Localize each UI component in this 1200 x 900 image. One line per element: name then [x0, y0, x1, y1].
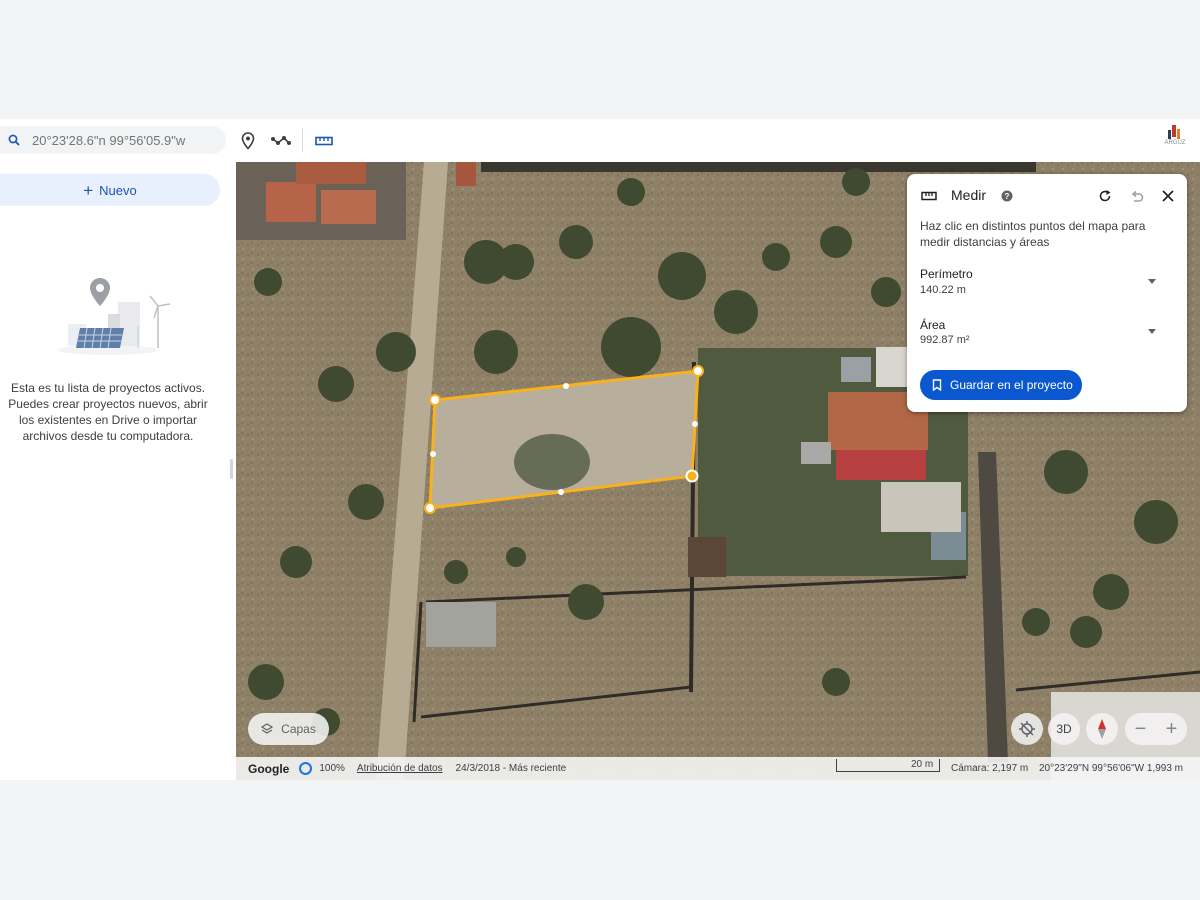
compass-button[interactable] [1086, 713, 1118, 745]
camera-altitude: Cámara: 2,197 m [951, 763, 1029, 774]
svg-text:ARGUZ: ARGUZ [1165, 140, 1186, 146]
save-to-project-label: Guardar en el proyecto [950, 378, 1073, 392]
measure-panel-ruler-icon [920, 187, 938, 205]
sidebar-resize-handle[interactable] [230, 459, 233, 479]
layers-button[interactable]: Capas [248, 713, 329, 745]
search-input[interactable] [32, 132, 212, 148]
close-icon [1162, 190, 1174, 202]
search-box[interactable] [0, 126, 226, 154]
refresh-icon [1099, 190, 1111, 202]
location-disabled-icon [1019, 721, 1035, 737]
my-location-button[interactable] [1011, 713, 1043, 745]
projects-empty-illustration [58, 278, 171, 355]
avatar[interactable]: ARGUZ [1160, 122, 1190, 150]
satellite-map[interactable]: Capas 3D − + Medir ? Haz clic en distint… [236, 162, 1200, 780]
measure-tool-button[interactable] [313, 130, 335, 152]
reset-measure-button[interactable] [1096, 187, 1114, 205]
perimeter-unit-dropdown[interactable] [1148, 279, 1156, 284]
status-bar: Google 100% Atribución de datos 24/3/201… [236, 757, 1200, 780]
measure-panel: Medir ? Haz clic en distintos puntos del… [907, 174, 1187, 412]
help-icon[interactable]: ? [998, 187, 1016, 205]
bookmark-icon [932, 379, 942, 391]
empty-projects-message: Esta es tu lista de proyectos activos. P… [8, 381, 208, 443]
compass-icon [1098, 719, 1106, 739]
add-placemark-button[interactable] [237, 130, 259, 152]
layers-label: Capas [281, 722, 316, 736]
top-bar: ARGUZ [0, 119, 1200, 162]
draw-path-button[interactable] [268, 130, 294, 152]
google-earth-app: ARGUZ + Nuevo Esta es tu lista de proyec… [0, 119, 1200, 780]
placemark-icon [241, 132, 255, 150]
layers-icon [261, 723, 274, 734]
toolbar-divider [302, 128, 303, 152]
plus-icon: + [83, 180, 94, 200]
save-to-project-button[interactable]: Guardar en el proyecto [920, 370, 1082, 400]
zoom-out-button[interactable]: − [1135, 719, 1147, 739]
account-logo-icon: ARGUZ [1160, 122, 1190, 150]
data-attribution-link[interactable]: Atribución de datos [357, 763, 443, 774]
scale-label: 20 m [911, 759, 934, 770]
close-measure-button[interactable] [1159, 187, 1177, 205]
measure-instructions: Haz clic en distintos puntos del mapa pa… [920, 219, 1146, 249]
zoom-in-button[interactable]: + [1166, 719, 1178, 739]
perimeter-label: Perímetro [920, 267, 973, 281]
area-unit-dropdown[interactable] [1148, 329, 1156, 334]
search-icon [8, 134, 20, 146]
area-value: 992.87 m² [920, 334, 970, 346]
new-project-label: Nuevo [99, 182, 137, 198]
measure-panel-title: Medir [951, 187, 987, 203]
zoom-controls: − + [1125, 713, 1187, 745]
path-icon [271, 136, 291, 145]
google-logo: Google [248, 761, 290, 776]
undo-icon [1131, 190, 1144, 202]
new-project-button[interactable]: + Nuevo [0, 174, 220, 206]
imagery-date[interactable]: 24/3/2018 - Más reciente [456, 763, 567, 774]
load-percent: 100% [319, 763, 345, 774]
view-3d-button[interactable]: 3D [1048, 713, 1080, 745]
view-3d-label: 3D [1056, 722, 1072, 736]
area-label: Área [920, 318, 946, 332]
loading-indicator-icon [299, 762, 313, 775]
cursor-coordinates: 20°23'29"N 99°56'06"W 1,993 m [1039, 763, 1184, 774]
perimeter-value: 140.22 m [920, 284, 966, 296]
undo-button[interactable] [1128, 187, 1146, 205]
svg-text:?: ? [1005, 192, 1010, 201]
projects-sidebar: + Nuevo Esta es tu lista de proyectos ac… [0, 162, 229, 780]
ruler-icon [315, 136, 333, 146]
